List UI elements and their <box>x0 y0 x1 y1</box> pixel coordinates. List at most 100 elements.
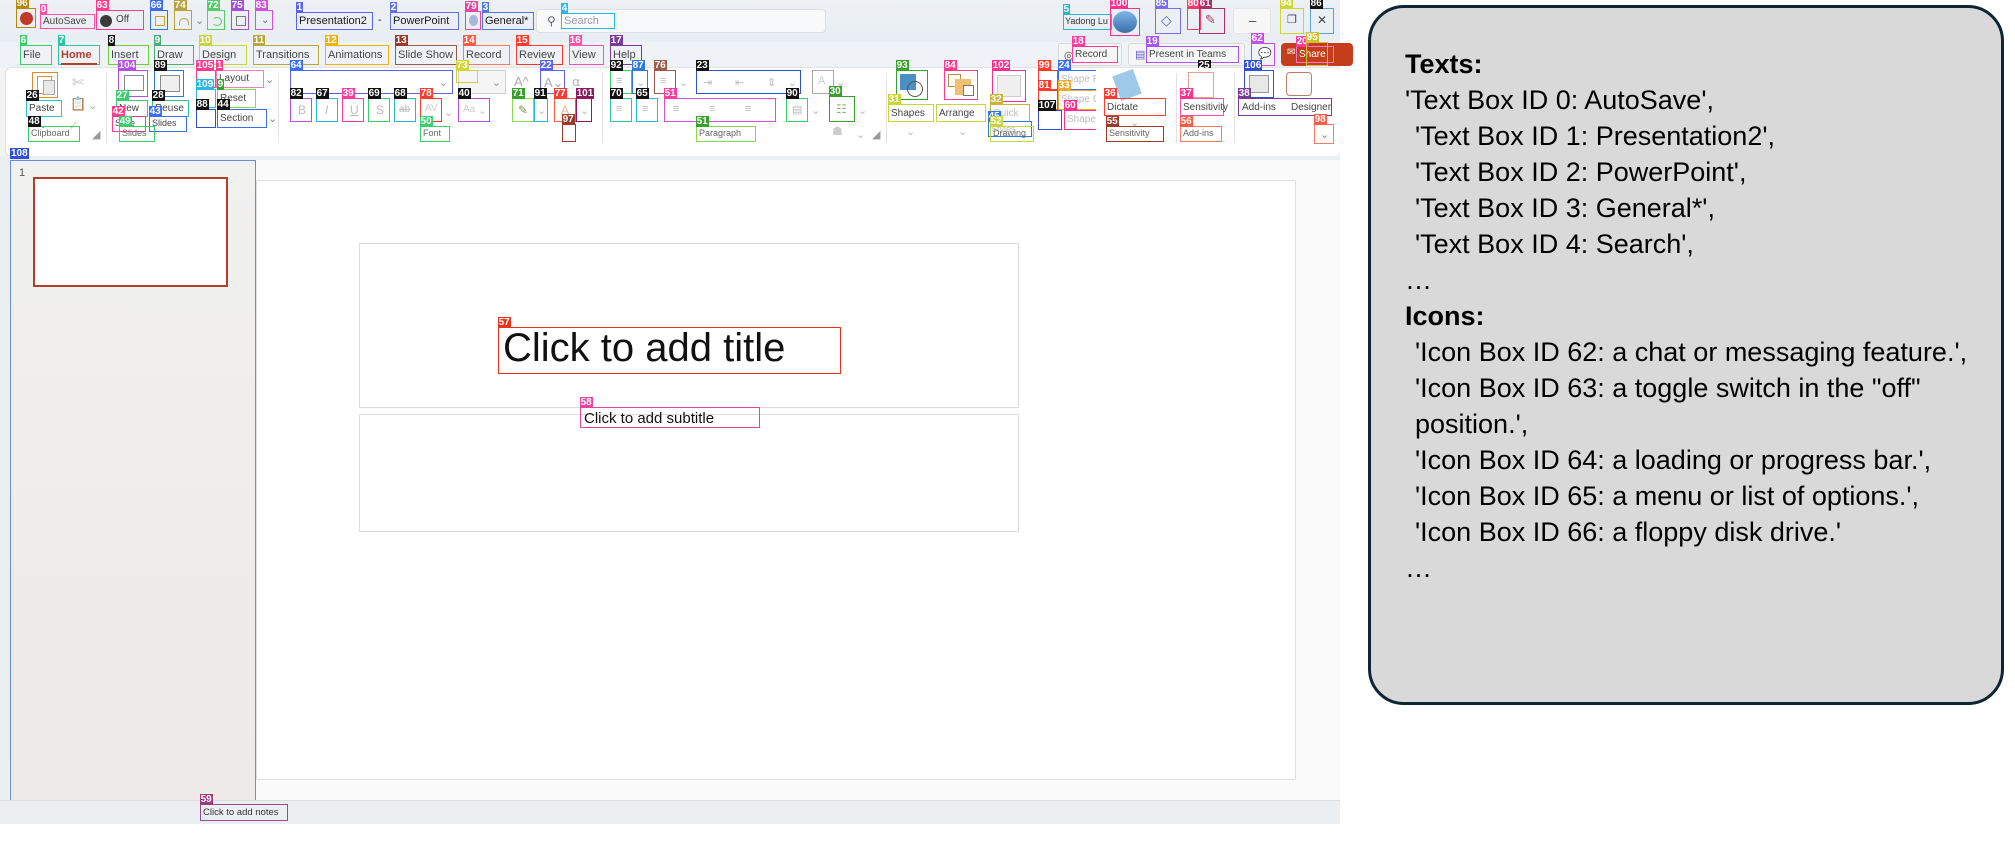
clipboard-dialog-launcher[interactable]: ◢ <box>92 128 100 141</box>
ink-tools-icon[interactable]: 61 ✎ <box>1199 8 1225 34</box>
redo-icon[interactable]: 72 <box>207 10 225 30</box>
sensitivity-label[interactable]: 3 General* <box>482 12 534 30</box>
ribbon-tab-home[interactable]: 7 Home <box>58 45 100 65</box>
autosave-label[interactable]: 0 AutoSave <box>40 14 95 29</box>
text-highlight-caret[interactable]: 91 ⌄ <box>534 98 548 122</box>
bold-button[interactable]: 82 B <box>290 98 312 122</box>
avatar[interactable]: 100 <box>1110 8 1140 36</box>
powerpoint-window: 96 0 AutoSave 63 Off 66 74 ⌄ 72 75 <box>0 0 1340 824</box>
increase-font-size-icon[interactable]: A^ <box>514 74 529 89</box>
copilot-icon[interactable] <box>1286 72 1312 96</box>
ribbon-tab-record[interactable]: 14 Record <box>463 45 510 65</box>
sensitivity-ribbon-button[interactable]: 36 Dictate <box>1104 98 1166 116</box>
ribbon-tab-transitions[interactable]: 11 Transitions <box>253 45 319 65</box>
text-item-1: 'Text Box ID 1: Presentation2', <box>1405 118 1971 154</box>
close-glyph: ✕ <box>1317 13 1327 27</box>
paragraph-align-group[interactable]: 51 ≡ ≡ ≡ <box>664 98 776 122</box>
slide-thumbnail-panel[interactable]: 1 <box>10 160 256 810</box>
start-from-beginning-icon[interactable]: 75 <box>231 10 249 30</box>
layout-dropdown-caret[interactable]: ⌄ <box>265 73 274 86</box>
close-button[interactable]: 86 ✕ <box>1310 8 1334 34</box>
columns-caret[interactable]: ⌄ <box>811 104 820 117</box>
addins-group-caption: 56 Add-ins <box>1180 126 1222 142</box>
search-input[interactable]: 4 Search <box>561 13 615 29</box>
divider-paragraph <box>886 73 887 143</box>
text-effects-icon[interactable]: ☗ <box>832 124 843 138</box>
character-spacing-caret[interactable]: ⌄ <box>444 106 453 119</box>
copy-dropdown-caret[interactable]: ⌄ <box>88 99 97 112</box>
user-name[interactable]: 5 Yadong Lu <box>1063 14 1112 30</box>
undo-icon[interactable]: 74 <box>174 10 192 30</box>
diamond-premium-icon[interactable]: 85 ◇ <box>1155 8 1181 34</box>
arrange-caret[interactable]: ⌄ <box>958 125 967 138</box>
divider-clipboard <box>106 73 107 143</box>
change-case-button[interactable]: 40 Aa ⌄ <box>458 98 490 122</box>
divider-sensitivity <box>1176 73 1177 143</box>
app-name[interactable]: 2 PowerPoint <box>390 12 459 30</box>
slide-thumbnail-1[interactable] <box>33 177 228 287</box>
section-button[interactable]: 44 Section <box>217 109 267 128</box>
ribbon-tab-animations[interactable]: 12 Animations <box>325 45 389 65</box>
ribbon-tab-slideshow[interactable]: 13 Slide Show <box>395 45 457 65</box>
columns-button[interactable]: 90 ▤ <box>786 98 808 122</box>
italic-button[interactable]: 67 I <box>316 98 338 122</box>
paragraph-dialog-launcher[interactable]: ◢ <box>872 128 880 141</box>
undo-dropdown-caret[interactable]: ⌄ <box>195 14 204 27</box>
underline-button[interactable]: 39 U <box>342 98 364 122</box>
ribbon-tab-file[interactable]: 6 File <box>20 45 52 65</box>
present-in-teams-text: Present in Teams <box>1149 49 1226 60</box>
shapes-label[interactable]: 31 Shapes <box>888 104 934 122</box>
icon-item-4: 'Icon Box ID 66: a floppy disk drive.' <box>1405 514 1971 550</box>
ribbon-tab-record-label: Record <box>466 49 501 61</box>
paste-button-label[interactable]: 26 Paste <box>26 100 62 117</box>
align-left-button[interactable]: 70 ≡ <box>610 98 632 122</box>
shapes-gallery-icon[interactable]: 93 <box>896 70 928 100</box>
strikethrough-button[interactable]: 68 ab <box>394 98 416 122</box>
addins-ribbon-label: Sensitivity <box>1183 102 1228 113</box>
record-button-label[interactable]: 18 Record <box>1072 46 1118 63</box>
section-dropdown-caret[interactable]: ⌄ <box>268 112 277 125</box>
minimize-glyph: – <box>1249 13 1256 28</box>
notes-placeholder-box[interactable]: 59 Click to add notes <box>200 804 288 821</box>
text-effects-caret[interactable]: ⌄ <box>856 128 865 141</box>
section-icon[interactable]: 88 <box>196 109 216 128</box>
customize-quick-access-toolbar-icon[interactable]: 83 ⌄ <box>255 10 273 30</box>
notes-bar[interactable]: 59 Click to add notes <box>0 800 1340 824</box>
title-placeholder-text-box[interactable]: 57 Click to add title <box>498 327 841 374</box>
arrange-icon[interactable]: 84 <box>944 70 978 100</box>
cut-icon[interactable]: ✄ <box>72 74 84 91</box>
subtitle-placeholder-frame[interactable] <box>359 414 1019 532</box>
text-shadow-button[interactable]: 69 S <box>368 98 390 122</box>
minimize-button[interactable]: – <box>1233 8 1271 34</box>
smartart-caret[interactable]: ⌄ <box>858 104 867 117</box>
addins-ribbon-button[interactable]: 37 Sensitivity <box>1180 98 1224 116</box>
text-highlight-color-button[interactable]: 71 ✎ <box>512 98 534 122</box>
save-icon[interactable]: 66 <box>150 10 168 30</box>
present-in-teams-label[interactable]: 19 Present in Teams <box>1146 46 1239 63</box>
ribbon-tab-view[interactable]: 16 View <box>569 45 604 65</box>
sensitivity-text: General* <box>485 15 528 27</box>
font-size-annotation[interactable]: 73 <box>456 70 478 83</box>
shapes-caret[interactable]: ⌄ <box>906 125 915 138</box>
slide-canvas[interactable]: 57 Click to add title 58 Click to add su… <box>256 180 1296 780</box>
font-name-caret[interactable]: ⌄ <box>439 76 448 89</box>
slide-number: 1 <box>19 167 25 179</box>
numbering-caret[interactable]: ⌄ <box>679 76 688 89</box>
sensitivity-shield-icon[interactable]: 79 <box>465 11 481 30</box>
convert-to-smartart-button[interactable]: 30 ☷ <box>829 96 855 122</box>
ribbon-collapse-button[interactable]: 98 ⌄ <box>1314 124 1334 144</box>
shape-effects-icon[interactable]: 107 <box>1038 110 1062 130</box>
subtitle-placeholder-text-box[interactable]: 58 Click to add subtitle <box>580 407 760 428</box>
copy-icon[interactable]: 📋 <box>70 96 86 112</box>
powerpoint-logo-icon[interactable]: 96 <box>16 8 36 28</box>
restore-button[interactable]: 94 ❐ <box>1280 8 1304 34</box>
font-color-caret[interactable]: 101 ⌄ <box>576 98 592 122</box>
collaborators-icon[interactable]: 95 <box>1306 42 1328 66</box>
font-size-caret[interactable]: ⌄ <box>492 76 501 89</box>
align-center-button[interactable]: 65 ≡ <box>636 98 658 122</box>
font-dialog-launcher[interactable]: 97 <box>562 124 576 142</box>
divider-font <box>602 73 603 143</box>
document-name[interactable]: 1 Presentation2 <box>296 12 373 30</box>
arrange-label[interactable]: Arrange <box>936 104 986 122</box>
autosave-toggle[interactable]: 63 Off <box>96 10 144 30</box>
